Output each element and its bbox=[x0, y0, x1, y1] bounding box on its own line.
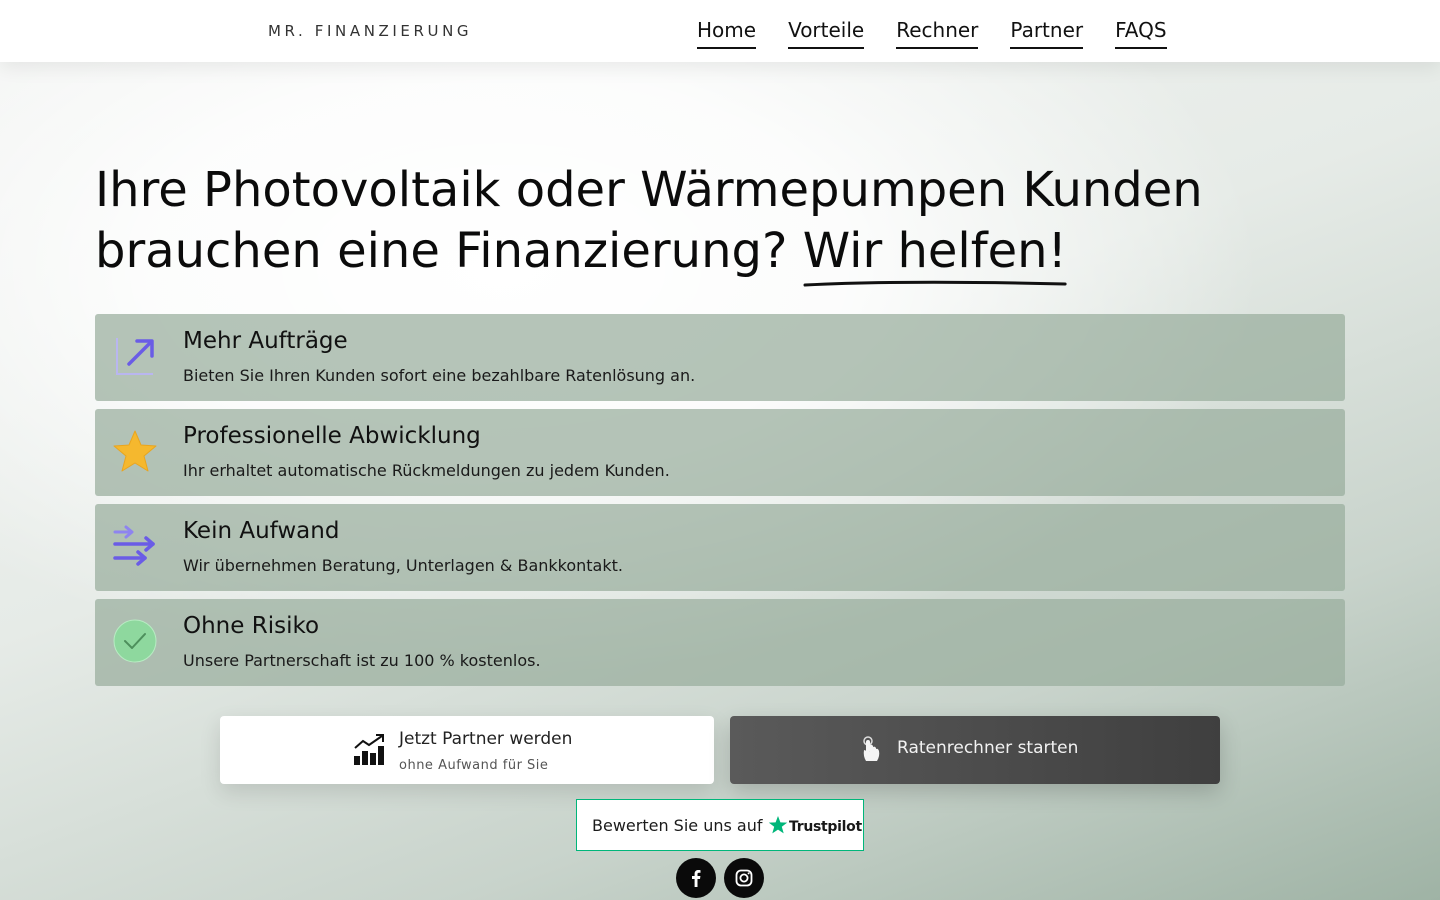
nav-partner[interactable]: Partner bbox=[1010, 17, 1084, 49]
feature-desc: Unsere Partnerschaft ist zu 100 % kosten… bbox=[183, 651, 541, 670]
feature-card: Kein Aufwand Wir übernehmen Beratung, Un… bbox=[95, 504, 1345, 591]
hero-title-line2: brauchen eine Finanzierung? bbox=[95, 223, 788, 279]
feature-desc: Bieten Sie Ihren Kunden sofort eine beza… bbox=[183, 366, 696, 385]
start-calculator-button[interactable]: Ratenrechner starten bbox=[730, 716, 1220, 784]
feature-title: Ohne Risiko bbox=[183, 613, 320, 639]
hero-highlight-text: Wir helfen! bbox=[802, 223, 1067, 279]
features-list: Mehr Aufträge Bieten Sie Ihren Kunden so… bbox=[95, 314, 1345, 694]
feature-card: Mehr Aufträge Bieten Sie Ihren Kunden so… bbox=[95, 314, 1345, 401]
feature-desc: Wir übernehmen Beratung, Unterlagen & Ba… bbox=[183, 556, 623, 575]
facebook-link[interactable] bbox=[676, 858, 716, 898]
trend-up-arrow-icon bbox=[116, 338, 154, 375]
become-partner-button[interactable]: Jetzt Partner werden ohne Aufwand für Si… bbox=[220, 716, 714, 784]
nav-faqs[interactable]: FAQS bbox=[1115, 17, 1167, 49]
feature-card: Professionelle Abwicklung Ihr erhaltet a… bbox=[95, 409, 1345, 496]
check-circle-icon bbox=[113, 619, 157, 663]
nav-vorteile[interactable]: Vorteile bbox=[788, 17, 865, 49]
hero-title-highlight: Wir helfen! bbox=[802, 221, 1067, 287]
nav-rechner[interactable]: Rechner bbox=[896, 17, 979, 49]
hand-pointer-icon bbox=[863, 736, 880, 761]
feature-card: Ohne Risiko Unsere Partnerschaft ist zu … bbox=[95, 599, 1345, 686]
feature-title: Kein Aufwand bbox=[183, 518, 340, 544]
nav-home[interactable]: Home bbox=[697, 17, 757, 49]
hero-title-line1: Ihre Photovoltaik oder Wärmepumpen Kunde… bbox=[95, 162, 1203, 218]
main-nav: Home Vorteile Rechner Partner FAQS bbox=[697, 17, 1167, 49]
star-icon bbox=[113, 430, 157, 472]
trustpilot-text: Bewerten Sie uns auf bbox=[592, 816, 763, 835]
brush-underline bbox=[803, 280, 1067, 287]
chart-growth-icon bbox=[354, 734, 384, 765]
become-partner-label: Jetzt Partner werden bbox=[399, 729, 573, 749]
arrows-right-icon bbox=[113, 525, 155, 566]
site-header: MR. FINANZIERUNG Home Vorteile Rechner P… bbox=[0, 0, 1440, 62]
trustpilot-logo: Trustpilot bbox=[789, 819, 862, 835]
hero-title: Ihre Photovoltaik oder Wärmepumpen Kunde… bbox=[95, 160, 1345, 287]
feature-desc: Ihr erhaltet automatische Rückmeldungen … bbox=[183, 461, 670, 480]
trustpilot-review-button[interactable]: Bewerten Sie uns auf Trustpilot bbox=[576, 799, 864, 851]
instagram-icon bbox=[735, 869, 753, 887]
become-partner-sublabel: ohne Aufwand für Sie bbox=[399, 758, 549, 773]
facebook-icon bbox=[692, 870, 701, 887]
instagram-link[interactable] bbox=[724, 858, 764, 898]
site-logo[interactable]: MR. FINANZIERUNG bbox=[268, 22, 472, 40]
feature-title: Professionelle Abwicklung bbox=[183, 423, 481, 449]
feature-title: Mehr Aufträge bbox=[183, 328, 348, 354]
trustpilot-star-icon bbox=[768, 816, 788, 834]
start-calculator-label: Ratenrechner starten bbox=[897, 738, 1079, 758]
